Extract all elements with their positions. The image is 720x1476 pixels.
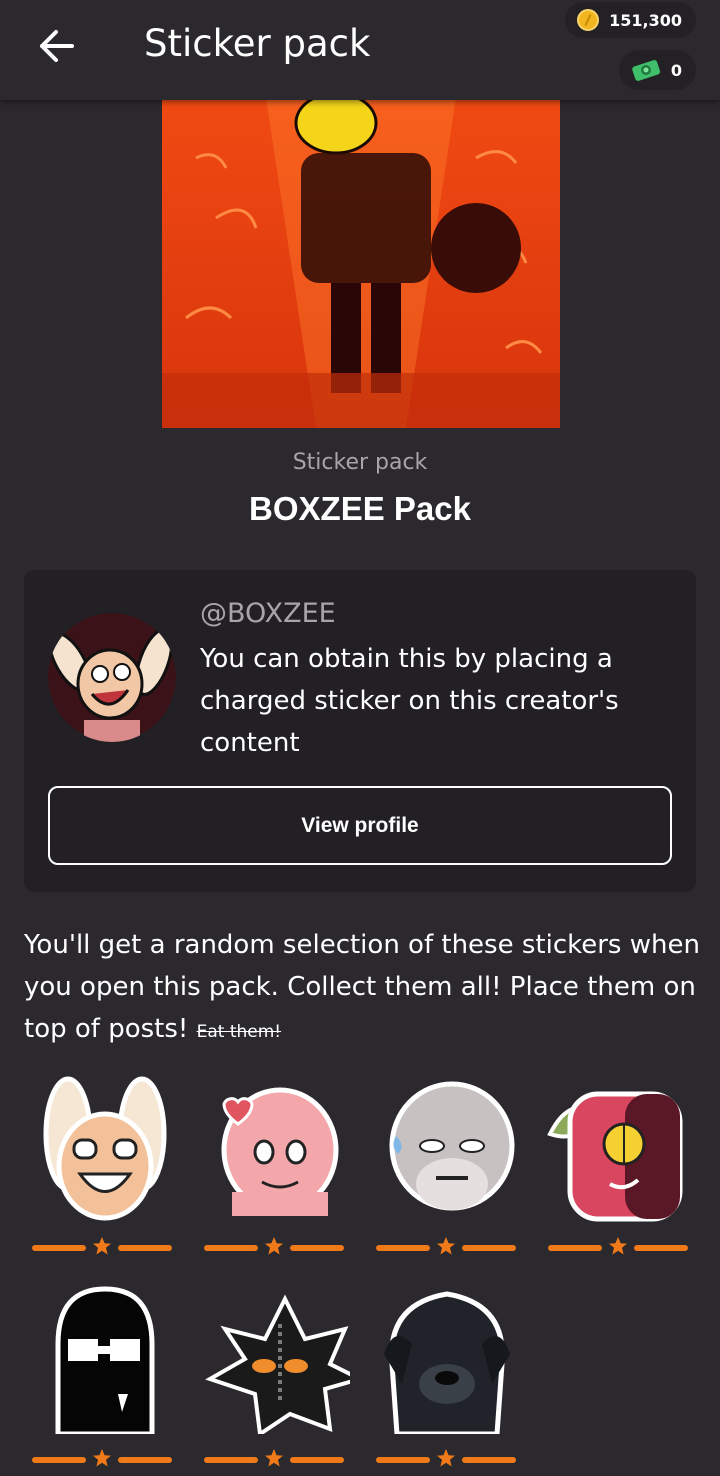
star-icon xyxy=(609,1237,627,1255)
star-icon xyxy=(437,1237,455,1255)
creator-description: You can obtain this by placing a charged… xyxy=(200,644,619,758)
sticker-rarity xyxy=(204,1449,344,1470)
cash-icon xyxy=(632,60,660,81)
sticker-rarity xyxy=(548,1237,688,1258)
top-app-bar: Sticker pack 151,300 0 xyxy=(0,0,720,100)
sticker-black-hat-character[interactable] xyxy=(200,1284,350,1434)
sticker-rarity xyxy=(32,1237,172,1258)
sticker-bunny-ears-laughing[interactable] xyxy=(30,1074,180,1224)
sticker-red-cyclops[interactable] xyxy=(540,1074,690,1224)
sticker-black-ghost[interactable] xyxy=(30,1284,180,1434)
coin-icon xyxy=(577,9,600,31)
sticker-pink-hair-heart[interactable] xyxy=(202,1074,352,1224)
sticker-rarity xyxy=(376,1449,516,1470)
star-icon xyxy=(437,1449,455,1467)
star-icon xyxy=(93,1449,111,1467)
creator-avatar[interactable] xyxy=(48,612,176,742)
view-profile-button[interactable]: View profile xyxy=(48,786,672,865)
cash-value: 0 xyxy=(670,60,682,80)
back-arrow-icon[interactable] xyxy=(36,26,76,66)
star-icon xyxy=(265,1237,283,1255)
coins-value: 151,300 xyxy=(609,10,682,30)
page-title: Sticker pack xyxy=(144,22,371,65)
strikethrough-text: Eat them! xyxy=(196,1022,282,1042)
cash-balance[interactable]: 0 xyxy=(618,50,696,90)
pack-title: BOXZEE Pack xyxy=(249,490,471,527)
sticker-black-dog-photo[interactable] xyxy=(372,1284,522,1434)
pack-description: You'll get a random selection of these s… xyxy=(24,924,704,1053)
sticker-gray-hair-angry[interactable] xyxy=(374,1074,524,1224)
sticker-rarity xyxy=(32,1449,172,1470)
star-icon xyxy=(265,1449,283,1467)
creator-handle: @BOXZEE xyxy=(200,598,336,629)
pack-cover-image xyxy=(156,98,566,428)
pack-type-label: Sticker pack xyxy=(292,450,428,475)
sticker-rarity xyxy=(376,1237,516,1258)
pack-description-text: You'll get a random selection of these s… xyxy=(24,930,700,1044)
star-icon xyxy=(93,1237,111,1255)
coins-balance[interactable]: 151,300 xyxy=(565,2,696,38)
sticker-rarity xyxy=(204,1237,344,1258)
